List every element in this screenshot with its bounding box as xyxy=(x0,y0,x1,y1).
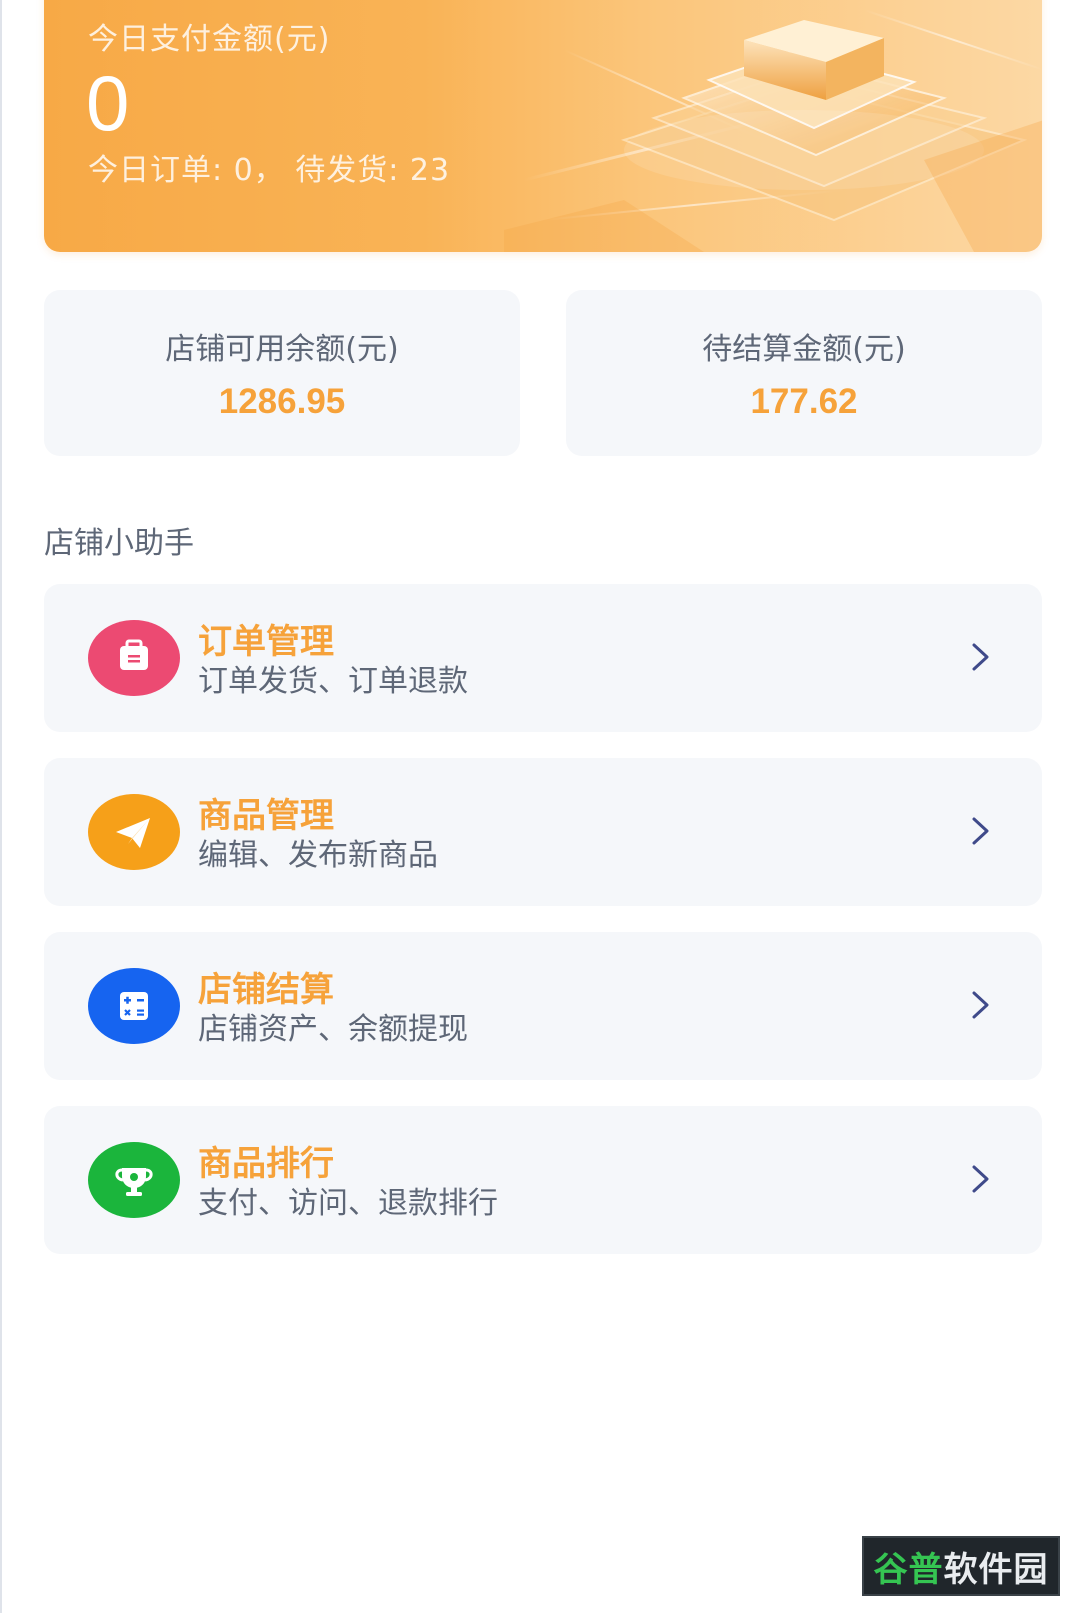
menu-item-title: 店铺结算 xyxy=(198,970,334,1010)
chevron-right-icon xyxy=(972,1165,989,1193)
today-payment-label: 今日支付金额(元) xyxy=(88,22,331,57)
today-payment-banner: 今日支付金额(元) 0 今日订单: 0， 待发货: 23 xyxy=(44,0,1042,252)
pending-settlement-value: 177.62 xyxy=(750,382,858,421)
pending-settlement-label: 待结算金额(元) xyxy=(702,332,906,367)
page-left-edge xyxy=(0,0,2,1613)
section-title: 店铺小助手 xyxy=(44,526,194,561)
menu-item-store-settlement[interactable]: 店铺结算 店铺资产、余额提现 xyxy=(44,932,1042,1080)
site-watermark: 谷普 软件园 xyxy=(862,1536,1060,1596)
menu-item-order-management[interactable]: 订单管理 订单发货、订单退款 xyxy=(44,584,1042,732)
paper-plane-icon xyxy=(88,794,180,870)
menu-item-title: 商品管理 xyxy=(198,796,334,836)
chevron-right-icon xyxy=(972,643,989,671)
menu-item-title: 商品排行 xyxy=(198,1144,334,1184)
trophy-icon xyxy=(88,1142,180,1218)
menu-item-description: 店铺资产、余额提现 xyxy=(198,1012,468,1047)
menu-item-description: 支付、访问、退款排行 xyxy=(198,1186,498,1221)
available-balance-value: 1286.95 xyxy=(218,382,346,421)
watermark-part-2: 软件园 xyxy=(943,1549,1049,1590)
chevron-right-icon xyxy=(972,817,989,845)
menu-item-description: 订单发货、订单退款 xyxy=(198,664,468,699)
banner-decoration-graphic xyxy=(504,9,1042,252)
today-orders-summary: 今日订单: 0， 待发货: 23 xyxy=(88,153,451,188)
menu-item-description: 编辑、发布新商品 xyxy=(198,838,438,873)
briefcase-icon xyxy=(88,620,180,696)
watermark-part-1: 谷普 xyxy=(873,1549,944,1590)
menu-item-product-ranking[interactable]: 商品排行 支付、访问、退款排行 xyxy=(44,1106,1042,1254)
available-balance-card[interactable]: 店铺可用余额(元) 1286.95 xyxy=(44,290,520,456)
menu-item-title: 订单管理 xyxy=(198,622,334,662)
today-payment-amount: 0 xyxy=(86,59,130,147)
menu-item-product-management[interactable]: 商品管理 编辑、发布新商品 xyxy=(44,758,1042,906)
available-balance-label: 店铺可用余额(元) xyxy=(165,332,399,367)
pending-settlement-card[interactable]: 待结算金额(元) 177.62 xyxy=(566,290,1042,456)
calculator-icon xyxy=(88,968,180,1044)
chevron-right-icon xyxy=(972,991,989,1019)
